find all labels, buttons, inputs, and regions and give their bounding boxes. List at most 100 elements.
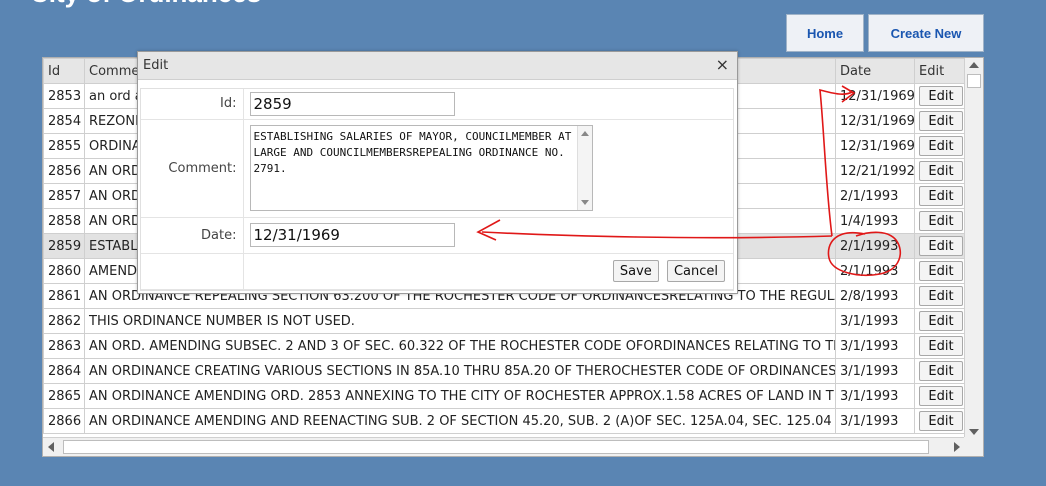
- form-row-date: Date:: [141, 217, 733, 254]
- id-cell: 2859: [43, 233, 85, 259]
- comment-cell: AN ORD. AMENDING SUBSEC. 2 AND 3 OF SEC.…: [84, 333, 836, 359]
- form-row-actions: Save Cancel: [141, 253, 733, 290]
- id-cell: 2863: [43, 333, 85, 359]
- id-cell: 2862: [43, 308, 85, 334]
- comment-text: ESTABLISHING SALARIES OF MAYOR, COUNCILM…: [253, 130, 572, 175]
- dialog-titlebar[interactable]: Edit ×: [138, 52, 737, 80]
- date-cell: 2/8/1993: [835, 283, 915, 309]
- date-field[interactable]: [249, 223, 455, 247]
- close-icon[interactable]: ×: [716, 55, 729, 74]
- id-cell: 2857: [43, 183, 85, 209]
- vertical-scroll-thumb[interactable]: [967, 74, 981, 88]
- edit-button[interactable]: Edit: [919, 161, 963, 181]
- comment-cell: THIS ORDINANCE NUMBER IS NOT USED.: [84, 308, 836, 334]
- textarea-scroll-down-icon[interactable]: [580, 200, 589, 205]
- edit-button[interactable]: Edit: [919, 111, 963, 131]
- column-header-edit: Edit: [914, 58, 965, 84]
- edit-button[interactable]: Edit: [919, 211, 963, 231]
- comment-cell: ESTABLISHING SALARIES OF MAYOR, COUNCILM…: [243, 119, 733, 218]
- comment-cell: AN ORDINANCE CREATING VARIOUS SECTIONS I…: [84, 358, 836, 384]
- edit-button[interactable]: Edit: [919, 386, 963, 406]
- comment-cell: AN ORDINANCE AMENDING AND REENACTING SUB…: [84, 408, 836, 434]
- id-cell: 2854: [43, 108, 85, 134]
- edit-form-table: Id: Comment: ESTABLISHING SALARIES OF MA…: [141, 89, 733, 290]
- edit-cell: Edit: [914, 308, 965, 334]
- vertical-scrollbar[interactable]: [964, 58, 983, 439]
- edit-button[interactable]: Edit: [919, 186, 963, 206]
- edit-button[interactable]: Edit: [919, 361, 963, 381]
- id-cell: 2858: [43, 208, 85, 234]
- date-cell: 3/1/1993: [835, 333, 915, 359]
- edit-button[interactable]: Edit: [919, 336, 963, 356]
- edit-button[interactable]: Edit: [919, 236, 963, 256]
- comment-textarea[interactable]: ESTABLISHING SALARIES OF MAYOR, COUNCILM…: [249, 125, 593, 211]
- scroll-right-icon[interactable]: [954, 442, 960, 452]
- edit-cell: Edit: [914, 283, 965, 309]
- id-cell: 2855: [43, 133, 85, 159]
- scrollbar-corner: [964, 437, 983, 456]
- edit-cell: Edit: [914, 133, 965, 159]
- column-header-id[interactable]: Id: [43, 58, 85, 84]
- date-cell: 2/1/1993: [835, 233, 915, 259]
- date-cell: 12/31/1969: [835, 133, 915, 159]
- date-cell: 3/1/1993: [835, 383, 915, 409]
- horizontal-scrollbar[interactable]: [43, 437, 965, 456]
- textarea-scroll-up-icon[interactable]: [580, 131, 589, 136]
- scroll-up-icon[interactable]: [969, 62, 979, 68]
- actions-spacer: [141, 253, 244, 290]
- horizontal-scroll-thumb[interactable]: [63, 440, 929, 454]
- edit-button[interactable]: Edit: [919, 311, 963, 331]
- comment-label: Comment:: [141, 119, 244, 218]
- date-cell: 3/1/1993: [835, 358, 915, 384]
- save-button[interactable]: Save: [612, 260, 659, 282]
- table-row[interactable]: 2865 AN ORDINANCE AMENDING ORD. 2853 ANNE…: [43, 383, 965, 409]
- edit-cell: Edit: [914, 158, 965, 184]
- id-cell: 2864: [43, 358, 85, 384]
- edit-cell: Edit: [914, 358, 965, 384]
- date-cell: 12/21/1992: [835, 158, 915, 184]
- edit-cell: Edit: [914, 258, 965, 284]
- id-cell: 2866: [43, 408, 85, 434]
- actions-cell: Save Cancel: [243, 253, 733, 290]
- edit-dialog: Edit × Id: Comment: ESTABLISHING SALARIE…: [137, 51, 738, 294]
- id-cell: 2860: [43, 258, 85, 284]
- edit-button[interactable]: Edit: [919, 411, 963, 431]
- create-new-button[interactable]: Create New: [868, 14, 984, 52]
- edit-cell: Edit: [914, 383, 965, 409]
- date-cell: 2/1/1993: [835, 183, 915, 209]
- edit-cell: Edit: [914, 233, 965, 259]
- date-cell: 2/1/1993: [835, 258, 915, 284]
- comment-scrollbar[interactable]: [576, 126, 592, 210]
- edit-button[interactable]: Edit: [919, 86, 963, 106]
- table-row[interactable]: 2863 AN ORD. AMENDING SUBSEC. 2 AND 3 OF …: [43, 333, 965, 359]
- date-cell: [243, 217, 733, 254]
- id-cell: 2853: [43, 83, 85, 109]
- home-button[interactable]: Home: [786, 14, 864, 52]
- edit-cell: Edit: [914, 208, 965, 234]
- form-row-comment: Comment: ESTABLISHING SALARIES OF MAYOR,…: [141, 119, 733, 218]
- page-title: City of Ordinances: [30, 0, 261, 9]
- edit-cell: Edit: [914, 83, 965, 109]
- id-cell: [243, 89, 733, 120]
- edit-button[interactable]: Edit: [919, 136, 963, 156]
- date-cell: 12/31/1969: [835, 108, 915, 134]
- date-cell: 3/1/1993: [835, 408, 915, 434]
- date-cell: 1/4/1993: [835, 208, 915, 234]
- id-field[interactable]: [249, 91, 455, 116]
- scroll-left-icon[interactable]: [48, 442, 54, 452]
- edit-button[interactable]: Edit: [919, 261, 963, 281]
- table-row[interactable]: 2866 AN ORDINANCE AMENDING AND REENACTING…: [43, 408, 965, 434]
- column-header-date[interactable]: Date: [835, 58, 915, 84]
- table-row[interactable]: 2862 THIS ORDINANCE NUMBER IS NOT USED. 3/…: [43, 308, 965, 334]
- edit-form: Id: Comment: ESTABLISHING SALARIES OF MA…: [140, 88, 734, 291]
- scroll-down-icon[interactable]: [969, 429, 979, 435]
- form-row-id: Id:: [141, 89, 733, 120]
- dialog-title: Edit: [143, 58, 169, 73]
- comment-cell: AN ORDINANCE AMENDING ORD. 2853 ANNEXING…: [84, 383, 836, 409]
- date-label: Date:: [141, 217, 244, 254]
- edit-button[interactable]: Edit: [919, 286, 963, 306]
- cancel-button[interactable]: Cancel: [666, 260, 725, 282]
- edit-cell: Edit: [914, 183, 965, 209]
- table-row[interactable]: 2864 AN ORDINANCE CREATING VARIOUS SECTIO…: [43, 358, 965, 384]
- edit-cell: Edit: [914, 333, 965, 359]
